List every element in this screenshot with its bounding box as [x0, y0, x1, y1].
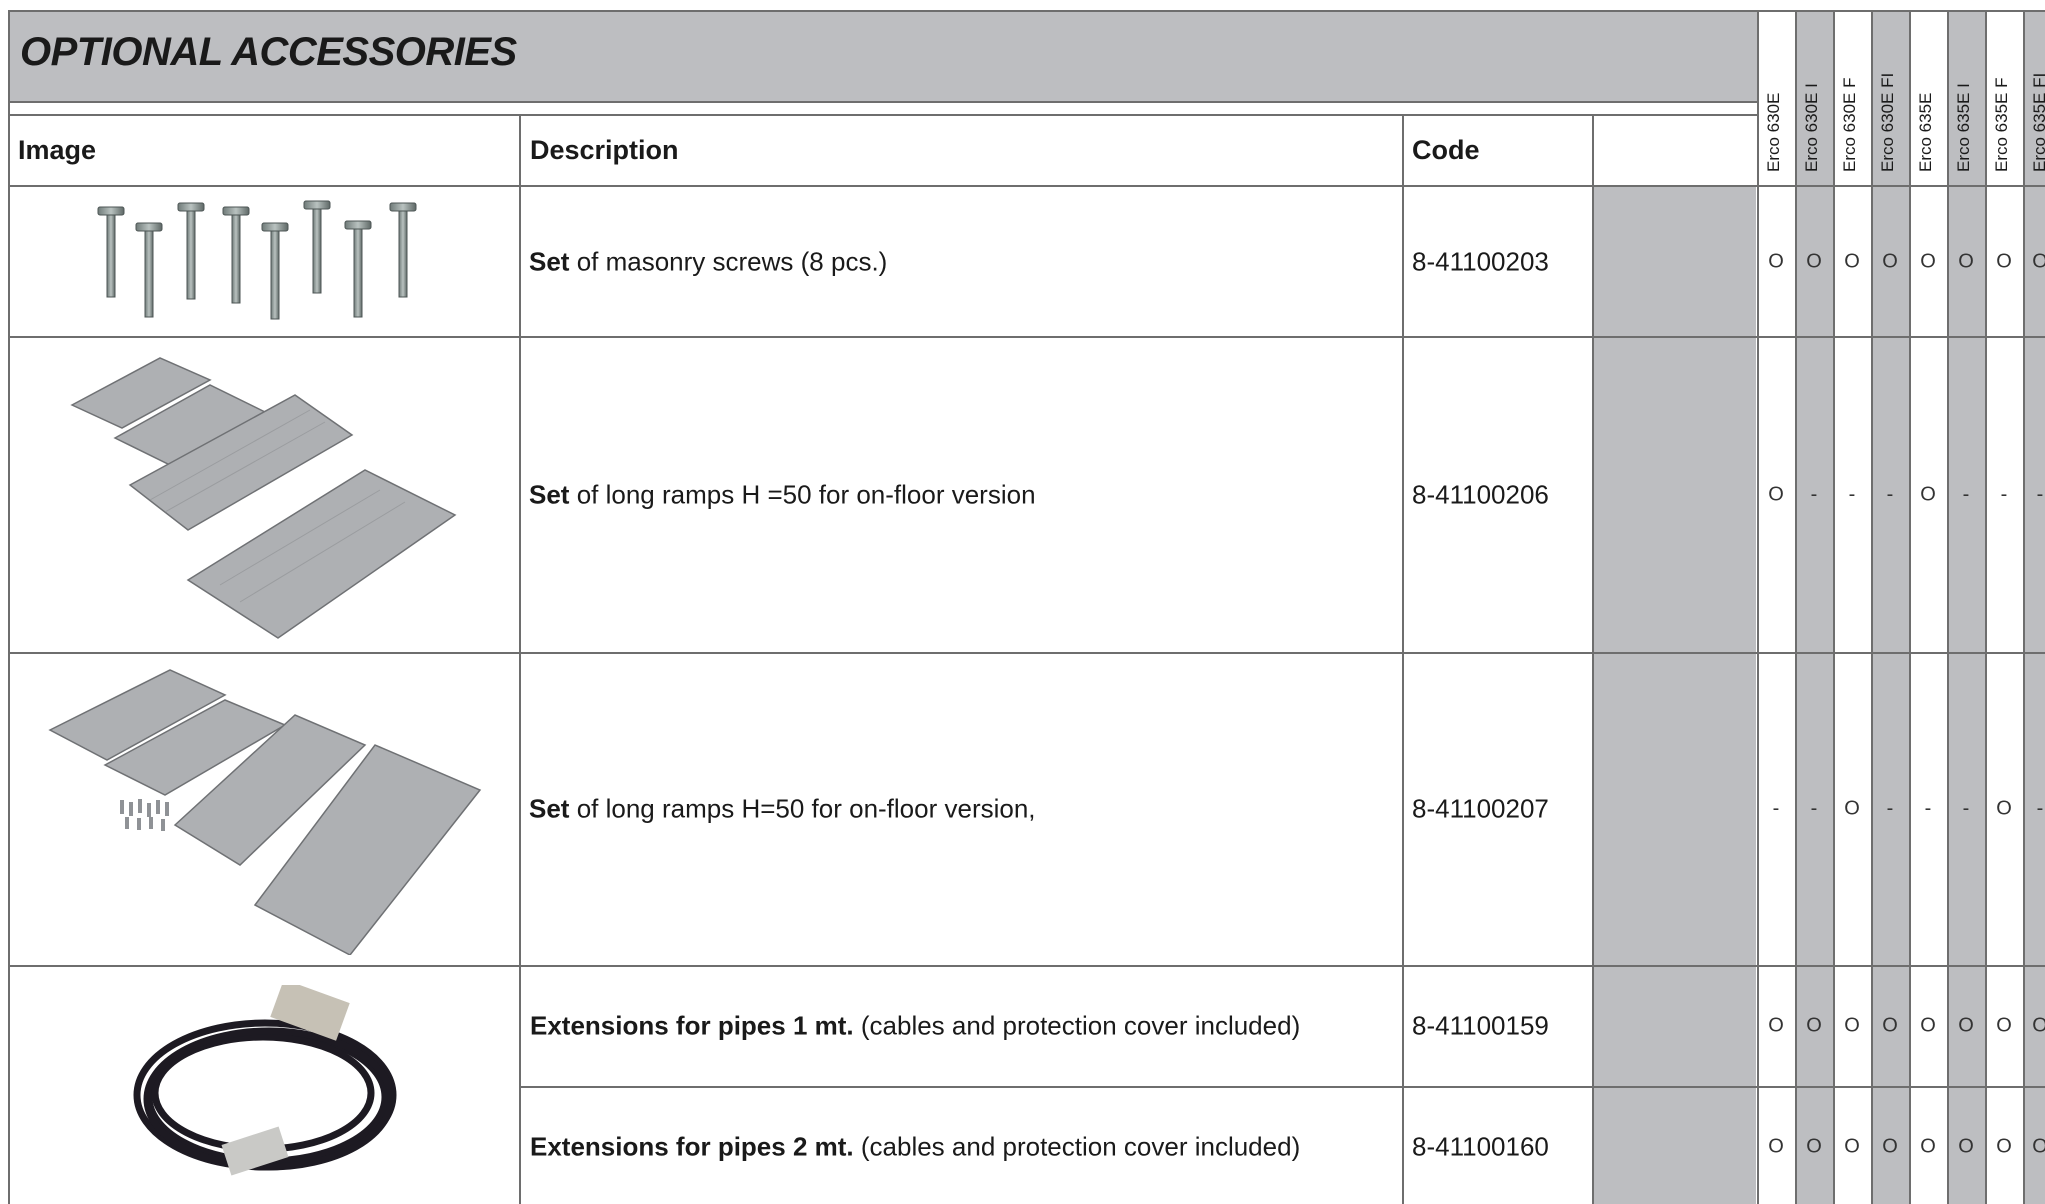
compatibility-mark: O	[1768, 1014, 1784, 1037]
compatibility-mark: -	[1810, 483, 1818, 506]
compatibility-mark: O	[2032, 1014, 2045, 1037]
compatibility-mark: -	[2036, 797, 2044, 820]
compatibility-mark: O	[1882, 1014, 1898, 1037]
row-description: Extensions for pipes 1 mt. (cables and p…	[530, 1010, 1301, 1041]
rule	[1592, 114, 1594, 1204]
compatibility-mark: O	[1996, 250, 2012, 273]
compatibility-mark: O	[1920, 1014, 1936, 1037]
compatibility-mark: O	[2032, 250, 2045, 273]
compatibility-mark: O	[1844, 1135, 1860, 1158]
rule	[1757, 10, 1759, 1204]
ramps-with-screws-image	[45, 665, 485, 955]
rule	[8, 336, 2045, 338]
rule	[519, 114, 521, 1204]
compatibility-mark: O	[1958, 1135, 1974, 1158]
compatibility-mark: -	[1924, 797, 1932, 820]
rule	[8, 10, 10, 1204]
compatibility-mark: O	[1882, 1135, 1898, 1158]
compatibility-mark: O	[1806, 1135, 1822, 1158]
extra-col-shade	[1593, 186, 1756, 1204]
compatibility-mark: O	[1882, 250, 1898, 273]
row-code: 8-41100206	[1412, 479, 1549, 510]
masonry-screws-image	[90, 195, 440, 325]
model-header: Erco 635E I	[1954, 83, 1973, 172]
compatibility-mark: O	[1996, 1014, 2012, 1037]
compatibility-mark: O	[1920, 483, 1936, 506]
compatibility-mark: O	[1996, 1135, 2012, 1158]
compatibility-mark: O	[1768, 483, 1784, 506]
accessories-table-page: OPTIONAL ACCESSORIES Erco 630E Erco 630E…	[0, 0, 2045, 1204]
rule	[1402, 114, 1404, 1204]
model-header: Erco 630E I	[1802, 83, 1821, 172]
rule	[1947, 10, 1949, 1204]
row-description: Set of long ramps H =50 for on-floor ver…	[529, 479, 1036, 510]
compatibility-mark: -	[2000, 483, 2008, 506]
model-header: Erco 630E	[1764, 92, 1783, 172]
row-description: Extensions for pipes 2 mt. (cables and p…	[530, 1131, 1301, 1162]
compatibility-mark: -	[1848, 483, 1856, 506]
header-image: Image	[18, 135, 97, 165]
row-code: 8-41100160	[1412, 1131, 1549, 1162]
rule	[8, 114, 1758, 116]
compatibility-mark: O	[1768, 1135, 1784, 1158]
ramps-h50-image	[60, 350, 470, 645]
compatibility-mark: O	[1844, 797, 1860, 820]
rule	[1795, 10, 1797, 1204]
compatibility-mark: -	[1886, 797, 1894, 820]
compatibility-mark: O	[1806, 250, 1822, 273]
rule	[1871, 10, 1873, 1204]
model-header: Erco 635E	[1916, 92, 1935, 172]
model-header: Erco 630E F	[1840, 77, 1859, 173]
compatibility-mark: O	[1996, 797, 2012, 820]
compatibility-mark: O	[1844, 250, 1860, 273]
pipe-extension-image	[125, 985, 410, 1185]
compatibility-mark: -	[1810, 797, 1818, 820]
compatibility-mark: O	[1844, 1014, 1860, 1037]
compatibility-mark: O	[1958, 250, 1974, 273]
model-header: Erco 635E FI	[2030, 72, 2045, 172]
rule	[520, 1086, 2045, 1088]
rule	[2023, 10, 2025, 1204]
compatibility-mark: O	[1920, 1135, 1936, 1158]
row-code: 8-41100203	[1412, 246, 1549, 277]
compatibility-mark: O	[1768, 250, 1784, 273]
compatibility-mark: -	[2036, 483, 2044, 506]
page-title: OPTIONAL ACCESSORIES	[20, 30, 517, 74]
row-code: 8-41100207	[1412, 793, 1549, 824]
compatibility-mark: -	[1962, 483, 1970, 506]
rule	[8, 185, 2045, 187]
compatibility-mark: O	[1806, 1014, 1822, 1037]
header-description: Description	[530, 135, 679, 165]
rule	[8, 101, 1758, 103]
row-description: Set of long ramps H=50 for on-floor vers…	[529, 793, 1036, 824]
rule	[1833, 10, 1835, 1204]
compatibility-mark: -	[1886, 483, 1894, 506]
row-description: Set of masonry screws (8 pcs.)	[529, 246, 888, 277]
compatibility-mark: O	[1958, 1014, 1974, 1037]
row-code: 8-41100159	[1412, 1010, 1549, 1041]
compatibility-mark: O	[1920, 250, 1936, 273]
rule	[8, 10, 2045, 12]
compatibility-mark: -	[1772, 797, 1780, 820]
header-code: Code	[1412, 135, 1480, 165]
compatibility-mark: O	[2032, 1135, 2045, 1158]
model-header: Erco 630E FI	[1878, 72, 1897, 172]
model-header: Erco 635E F	[1992, 77, 2011, 173]
rule	[8, 652, 2045, 654]
rule	[8, 965, 2045, 967]
rule	[1985, 10, 1987, 1204]
compatibility-mark: -	[1962, 797, 1970, 820]
rule	[1909, 10, 1911, 1204]
